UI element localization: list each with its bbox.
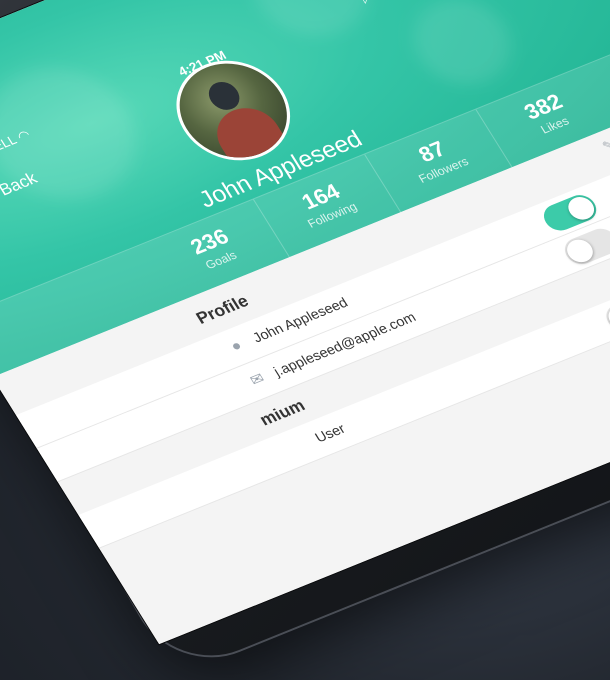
phone-screen: ••••• BELL ◠ 4:21 PM ᛒ ★ ‹ Back John App… <box>0 0 610 645</box>
user-icon: ● <box>227 336 246 356</box>
premium-user-label: User <box>311 420 348 446</box>
toggle-knob <box>562 236 598 266</box>
pencil-icon[interactable]: ✎ <box>599 137 610 155</box>
toggle-switch-off[interactable] <box>600 290 610 335</box>
toggle-knob <box>563 193 599 224</box>
toggle-knob <box>603 302 610 333</box>
mail-icon: ✉ <box>246 369 268 390</box>
